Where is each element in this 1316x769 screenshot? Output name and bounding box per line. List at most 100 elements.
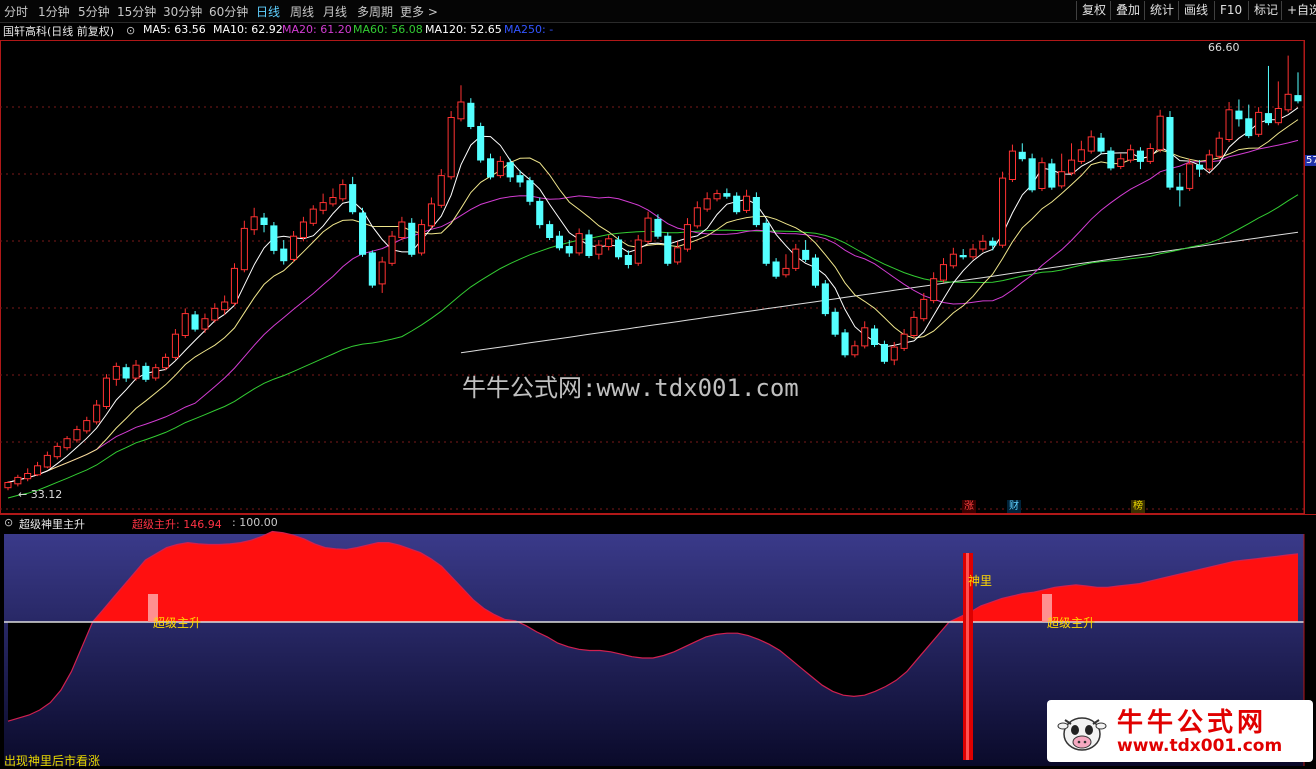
candle — [1274, 108, 1282, 124]
candle — [1284, 93, 1292, 111]
candle — [43, 454, 51, 468]
candle — [1087, 136, 1095, 152]
candle — [979, 240, 987, 250]
candle — [861, 327, 869, 347]
candle — [802, 249, 810, 260]
period-tab-weekly[interactable]: 周线 — [290, 3, 314, 20]
candle — [1264, 113, 1273, 124]
candle — [683, 224, 692, 250]
kline-chart[interactable] — [0, 40, 1316, 768]
candle — [201, 318, 209, 330]
candle — [191, 314, 199, 330]
candle — [329, 197, 337, 205]
candle — [585, 234, 593, 256]
candle — [221, 301, 229, 311]
draw-button[interactable]: 画线 — [1178, 1, 1213, 20]
candle — [1097, 137, 1105, 152]
candle — [487, 158, 495, 178]
candle — [920, 298, 928, 320]
candle — [309, 208, 317, 224]
f10-button[interactable]: F10 — [1214, 1, 1247, 20]
stock-title: 国轩高科(日线 前复权) — [3, 25, 115, 38]
candle — [1117, 158, 1125, 168]
candle — [319, 202, 327, 211]
candle — [1225, 109, 1233, 141]
cow-icon — [1057, 717, 1107, 751]
chevron-down-icon[interactable]: ⊙ — [126, 24, 135, 37]
low-price-label: ← 33.12 — [18, 488, 63, 501]
candle — [1136, 150, 1145, 162]
high-price-label: 66.60 — [1208, 41, 1240, 54]
ma5-line — [7, 107, 1299, 483]
marker-list[interactable]: 榜 — [1131, 500, 1145, 513]
candle — [1028, 158, 1036, 191]
candle — [821, 283, 829, 315]
candle — [1107, 150, 1115, 169]
candle — [63, 438, 71, 449]
candle — [565, 246, 573, 254]
adjust-button[interactable]: 复权 — [1076, 1, 1111, 20]
candle — [792, 248, 800, 269]
stats-button[interactable]: 统计 — [1144, 1, 1179, 20]
candle — [211, 307, 219, 321]
candle — [949, 253, 957, 267]
mark-button[interactable]: 标记 — [1248, 1, 1283, 20]
period-tab-30min[interactable]: 30分钟 — [163, 3, 202, 20]
period-tab-5min[interactable]: 5分钟 — [78, 3, 110, 20]
ma20-line — [7, 139, 1299, 483]
candle — [477, 126, 485, 161]
candle — [467, 102, 475, 127]
indicator-level: : 100.00 — [232, 516, 278, 529]
candle — [703, 198, 711, 210]
candle — [250, 216, 258, 231]
period-tab-60min[interactable]: 60分钟 — [209, 3, 248, 20]
candle — [910, 316, 918, 336]
candle — [83, 420, 91, 432]
period-tab-multi[interactable]: 多周期 — [357, 3, 393, 20]
candle — [349, 184, 357, 213]
more-menu-button[interactable]: 更多 > — [400, 3, 438, 20]
period-tab-15min[interactable]: 15分钟 — [117, 3, 156, 20]
candle — [851, 345, 859, 356]
low-price-value: 33.12 — [30, 488, 63, 501]
add-watchlist-button[interactable]: +自选 — [1281, 1, 1316, 20]
ma120-label: MA120: 52.65 — [425, 23, 502, 36]
candle — [299, 221, 307, 238]
candle — [1205, 154, 1213, 170]
watermark-text: 牛牛公式网:www.tdx001.com — [462, 374, 799, 402]
candle — [713, 193, 721, 200]
candle — [733, 195, 741, 213]
candle — [841, 332, 849, 356]
chevron-down-icon[interactable]: ⊙ — [4, 516, 13, 529]
candle — [595, 244, 603, 255]
candle — [999, 177, 1007, 246]
period-tab-monthly[interactable]: 月线 — [323, 3, 347, 20]
period-tab-daily[interactable]: 日线 — [256, 3, 280, 20]
candle — [93, 404, 101, 423]
candle — [743, 195, 751, 211]
candle — [624, 255, 632, 265]
price-pane-frame — [0, 40, 1305, 514]
candle — [1196, 164, 1204, 170]
candle — [112, 365, 120, 380]
candle — [73, 429, 81, 441]
signal-label-2: 超级主升 — [1047, 616, 1096, 630]
candle — [102, 377, 111, 408]
candle — [1038, 162, 1046, 189]
overlay-button[interactable]: 叠加 — [1110, 1, 1145, 20]
candle — [939, 264, 948, 281]
candle — [506, 162, 514, 178]
candle — [152, 367, 160, 379]
candle — [122, 367, 130, 379]
candle — [171, 333, 179, 358]
candle — [388, 235, 396, 264]
period-tab-1min[interactable]: 1分钟 — [38, 3, 70, 20]
period-tab-fenshi[interactable]: 分时 — [4, 3, 28, 20]
candle — [230, 267, 238, 304]
candle — [378, 261, 386, 285]
candle — [290, 235, 298, 260]
marker-rise[interactable]: 涨 — [962, 500, 976, 513]
candle — [890, 346, 898, 361]
marker-finance[interactable]: 财 — [1007, 500, 1021, 513]
candle — [1176, 186, 1184, 191]
